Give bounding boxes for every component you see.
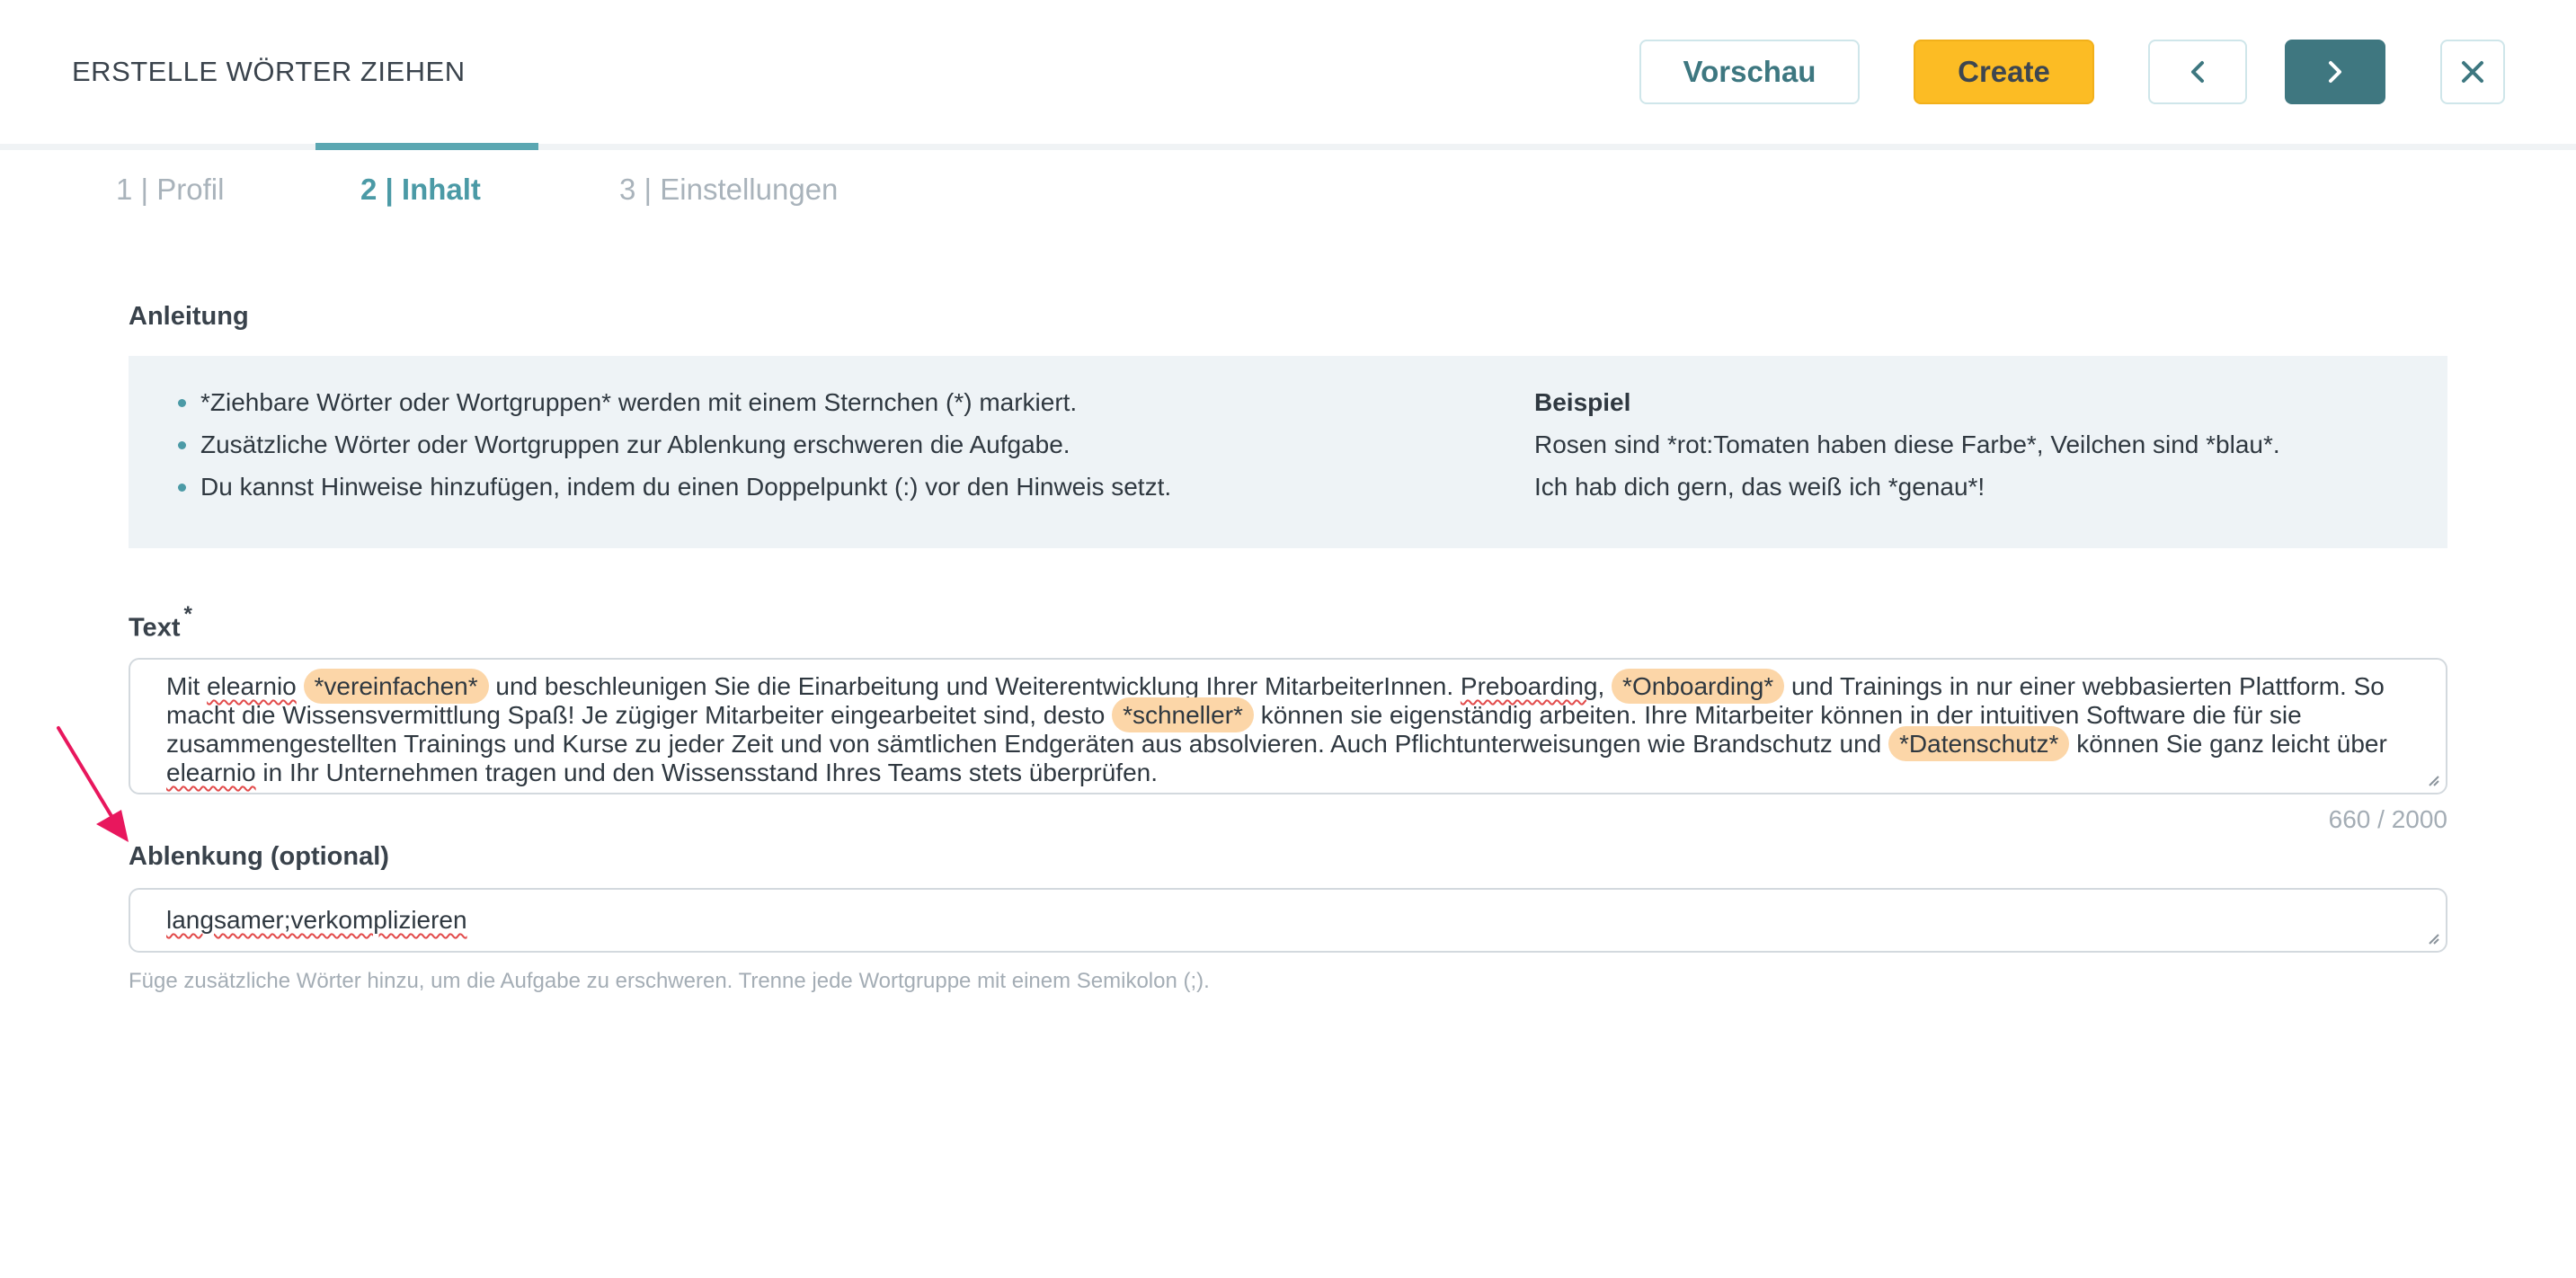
example-block: Beispiel Rosen sind *rot:Tomaten haben d… [1534,381,2280,508]
resize-handle-icon[interactable] [2424,929,2440,945]
text-label: Text [129,613,181,643]
text-segment [297,672,304,700]
distraction-input-value: langsamer;verkomplizieren [166,906,467,934]
misspelled-word: elearnio [207,672,297,700]
resize-handle-icon[interactable] [2424,771,2440,787]
instruction-item: *Ziehbare Wörter oder Wortgruppen* werde… [177,381,1171,423]
active-tab-indicator [315,143,538,150]
required-mark: * [183,602,192,626]
text-input[interactable]: Mit elearnio *vereinfachen* und beschleu… [129,658,2447,794]
draggable-word-highlight: *Onboarding* [1612,669,1785,704]
distraction-hint: Füge zusätzliche Wörter hinzu, um die Au… [129,969,1210,993]
tab-profil[interactable]: 1 | Profil [116,173,224,207]
example-line: Ich hab dich gern, das weiß ich *genau*! [1534,473,1985,501]
text-segment: können Sie ganz leicht über [2069,730,2387,758]
draggable-word-highlight: *vereinfachen* [303,669,489,704]
annotation-arrow-icon [57,726,129,842]
chevron-left-icon [2189,60,2207,84]
misspelled-word: Preboarding [1460,672,1598,700]
text-input-content: Mit elearnio *vereinfachen* und beschleu… [166,669,2395,787]
instruction-item: Zusätzliche Wörter oder Wortgruppen zur … [177,423,1171,466]
instructions-heading: Anleitung [129,302,249,331]
text-segment: in Ihr Unternehmen tragen und den Wissen… [255,759,1159,786]
instructions-panel: *Ziehbare Wörter oder Wortgruppen* werde… [129,356,2447,548]
example-line: Rosen sind *rot:Tomaten haben diese Farb… [1534,430,2280,458]
close-icon [2459,58,2486,85]
draggable-word-highlight: *schneller* [1112,697,1254,732]
draggable-word-highlight: *Datenschutz* [1888,726,2070,761]
text-segment: Mit [166,672,208,700]
previous-button[interactable] [2148,40,2247,104]
tab-einstellungen[interactable]: 3 | Einstellungen [619,173,838,207]
text-field-label: Text * [129,602,192,643]
top-bar: ERSTELLE WÖRTER ZIEHEN Vorschau Create [0,0,2576,144]
character-counter: 660 / 2000 [2328,805,2447,833]
next-button[interactable] [2285,40,2385,104]
instruction-item: Du kannst Hinweise hinzufügen, indem du … [177,466,1171,508]
text-segment: und beschleunigen Sie die Einarbeitung u… [488,672,1461,700]
preview-button[interactable]: Vorschau [1639,40,1860,104]
distraction-label: Ablenkung (optional) [129,842,389,871]
instructions-list: *Ziehbare Wörter oder Wortgruppen* werde… [177,381,1171,508]
example-title: Beispiel [1534,388,1631,416]
misspelled-word: elearnio [166,759,256,786]
tab-inhalt[interactable]: 2 | Inhalt [360,173,481,207]
chevron-right-icon [2326,60,2344,84]
page-title: ERSTELLE WÖRTER ZIEHEN [72,56,466,87]
close-button[interactable] [2440,40,2505,104]
create-button[interactable]: Create [1914,40,2094,104]
text-segment: , [1597,672,1612,700]
distraction-input[interactable]: langsamer;verkomplizieren [129,888,2447,953]
